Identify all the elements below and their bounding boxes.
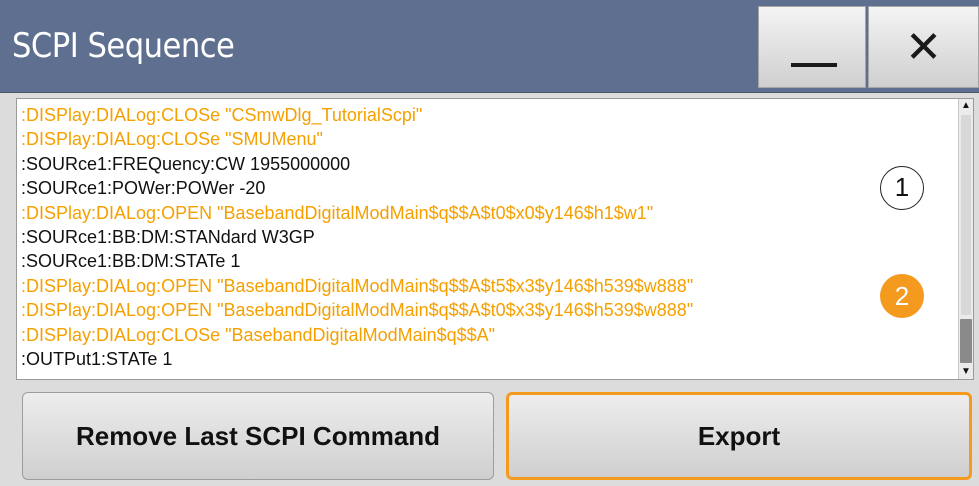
title-bar: SCPI Sequence ✕: [0, 0, 979, 93]
command-line[interactable]: :SOURce1:FREQuency:CW 1955000000: [21, 152, 953, 176]
dialog-title: SCPI Sequence: [12, 26, 235, 66]
minimize-icon: [791, 63, 837, 67]
command-line[interactable]: :DISPlay:DIALog:CLOSe "SMUMenu": [21, 127, 953, 151]
scroll-up-arrow-icon[interactable]: ▲: [959, 99, 973, 113]
command-line[interactable]: :SOURce1:BB:DM:STANdard W3GP: [21, 225, 953, 249]
scroll-thumb[interactable]: [960, 319, 972, 363]
callout-badge-2: 2: [880, 274, 924, 318]
export-button[interactable]: Export: [506, 392, 972, 480]
scrollbar[interactable]: ▲ ▼: [958, 99, 973, 379]
command-line[interactable]: :DISPlay:DIALog:OPEN "BasebandDigitalMod…: [21, 274, 953, 298]
close-icon: ✕: [905, 22, 942, 73]
command-line[interactable]: :OUTPut1:STATe 1: [21, 347, 953, 371]
scroll-down-arrow-icon[interactable]: ▼: [959, 365, 973, 379]
command-line[interactable]: :DISPlay:DIALog:OPEN "BasebandDigitalMod…: [21, 201, 953, 225]
command-line[interactable]: :SOURce1:BB:DM:STATe 1: [21, 249, 953, 273]
scpi-command-list[interactable]: :DISPlay:DIALog:CLOSe "CSmwDlg_TutorialS…: [16, 98, 974, 380]
command-line[interactable]: :DISPlay:DIALog:CLOSe "CSmwDlg_TutorialS…: [21, 103, 953, 127]
command-line[interactable]: :SOURce1:POWer:POWer -20: [21, 176, 953, 200]
scroll-track[interactable]: [961, 115, 971, 315]
command-line[interactable]: :DISPlay:DIALog:OPEN "BasebandDigitalMod…: [21, 298, 953, 322]
command-line[interactable]: :DISPlay:DIALog:CLOSe "BasebandDigitalMo…: [21, 323, 953, 347]
callout-badge-1: 1: [880, 166, 924, 210]
scpi-sequence-dialog: SCPI Sequence ✕ :DISPlay:DIALog:CLOSe "C…: [0, 0, 979, 486]
minimize-button[interactable]: [758, 6, 866, 88]
command-lines: :DISPlay:DIALog:CLOSe "CSmwDlg_TutorialS…: [21, 103, 953, 371]
remove-last-command-button[interactable]: Remove Last SCPI Command: [22, 392, 494, 480]
close-button[interactable]: ✕: [868, 6, 979, 88]
